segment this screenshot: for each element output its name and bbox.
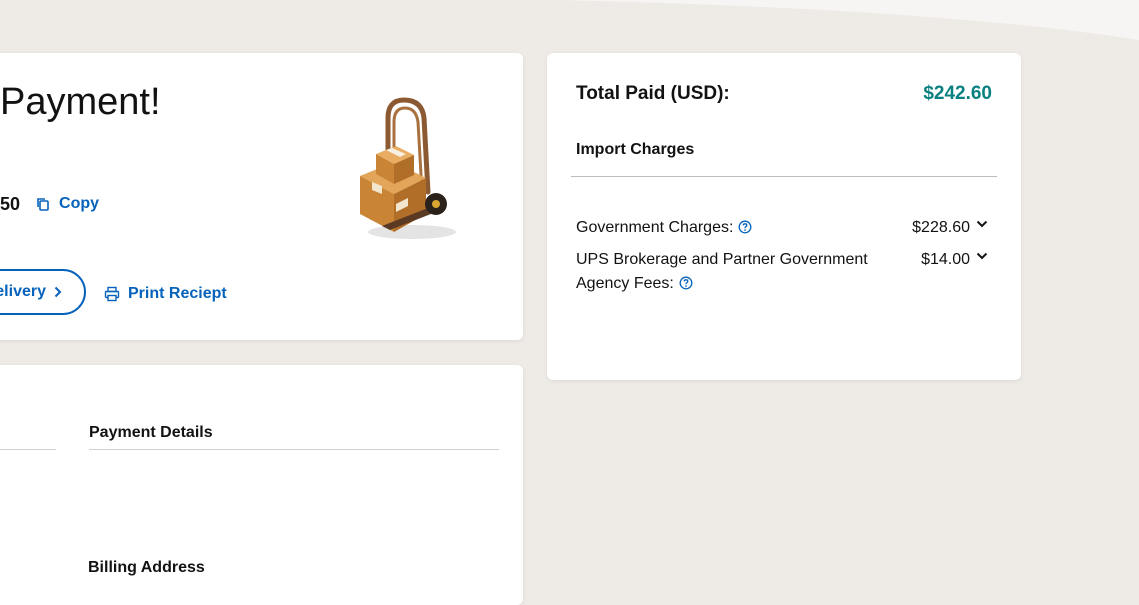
charge-label: UPS Brokerage and Partner Government Age…	[576, 248, 876, 296]
chevron-right-icon	[54, 286, 62, 298]
track-delivery-button[interactable]: elivery	[0, 269, 86, 315]
hand-truck-boxes-illustration	[360, 97, 456, 239]
divider	[571, 176, 997, 177]
tracking-number: 50	[0, 193, 21, 214]
track-delivery-label: elivery	[0, 283, 46, 300]
charge-label: Government Charges:	[576, 216, 876, 240]
chevron-down-icon	[976, 252, 988, 260]
charge-row-brokerage: UPS Brokerage and Partner Government Age…	[576, 248, 988, 296]
payment-details-title: Payment Details	[89, 424, 213, 441]
chevron-down-icon	[976, 220, 988, 228]
print-receipt-button[interactable]: Print Reciept	[104, 285, 227, 303]
charge-row-government: Government Charges: $228.60	[576, 216, 988, 240]
total-paid-label: Total Paid (USD):	[576, 83, 730, 104]
brokerage-fees-expand[interactable]: $14.00	[921, 248, 988, 296]
government-charges-amount: $228.60	[912, 219, 970, 236]
copy-icon	[36, 197, 50, 211]
brokerage-fees-amount: $14.00	[921, 251, 970, 268]
tracking-number-row: 50 Copy	[0, 190, 99, 218]
payment-details-card	[0, 365, 523, 605]
print-receipt-label: Print Reciept	[128, 285, 227, 302]
government-charges-label: Government Charges:	[576, 219, 734, 236]
page-title: Payment!	[0, 81, 161, 123]
import-charges-title: Import Charges	[576, 141, 695, 158]
total-paid-value: $242.60	[923, 83, 992, 104]
brokerage-fees-label: UPS Brokerage and Partner Government Age…	[576, 251, 868, 292]
government-charges-expand[interactable]: $228.60	[912, 216, 988, 240]
question-circle-icon[interactable]	[738, 220, 752, 234]
divider	[0, 449, 56, 450]
copy-label: Copy	[59, 195, 100, 212]
copy-button[interactable]: Copy	[36, 195, 99, 213]
question-circle-icon[interactable]	[679, 276, 693, 290]
printer-icon	[104, 286, 120, 302]
divider	[89, 449, 499, 450]
billing-address-title: Billing Address	[88, 559, 205, 576]
